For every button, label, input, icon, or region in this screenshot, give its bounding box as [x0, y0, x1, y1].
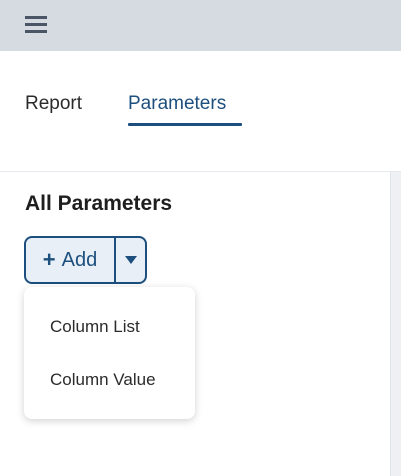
menu-item-column-list[interactable]: Column List [50, 317, 140, 337]
tab-report[interactable]: Report [25, 93, 82, 115]
active-tab-indicator [128, 123, 242, 126]
tab-bar: Report Parameters [0, 51, 401, 172]
hamburger-icon[interactable] [25, 16, 47, 34]
add-button[interactable]: + Add [26, 238, 114, 282]
add-split-button: + Add [24, 236, 147, 284]
chevron-down-icon [124, 256, 137, 264]
top-bar [0, 0, 401, 51]
add-dropdown-menu: Column List Column Value [24, 287, 195, 419]
tab-parameters[interactable]: Parameters [128, 93, 226, 115]
plus-icon: + [42, 247, 56, 272]
parameters-panel: All Parameters + Add Column List Column … [0, 172, 390, 476]
menu-item-column-value[interactable]: Column Value [50, 370, 156, 390]
section-title: All Parameters [25, 192, 173, 215]
right-panel-edge [390, 172, 401, 476]
add-button-label: Add [61, 248, 98, 271]
add-dropdown-toggle[interactable] [116, 238, 145, 282]
